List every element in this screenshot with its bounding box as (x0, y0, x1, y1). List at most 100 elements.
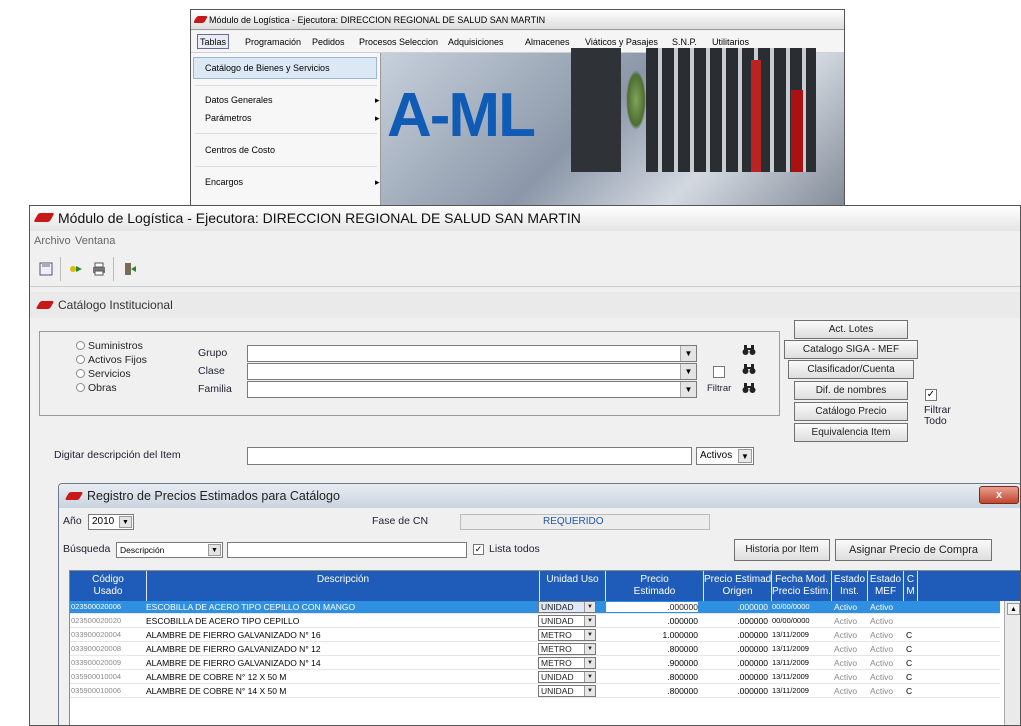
dif-nombres-button[interactable]: Dif. de nombres (794, 381, 908, 400)
menu-ventana[interactable]: Ventana (75, 235, 115, 247)
cell-origen: .000000 (737, 672, 768, 682)
cell-codigo: 033900020008 (71, 644, 122, 653)
unidad-select[interactable]: UNIDAD ▼ (538, 601, 596, 613)
unidad-value: UNIDAD (541, 616, 574, 626)
binoculars-icon[interactable] (742, 363, 756, 378)
chevron-down-icon[interactable]: ▼ (584, 658, 595, 668)
menu-programacion[interactable]: Programación (245, 35, 301, 50)
asignar-precio-button[interactable]: Asignar Precio de Compra (835, 539, 992, 561)
chevron-down-icon[interactable]: ▼ (680, 346, 696, 361)
col-fecha-mod[interactable]: Fecha Mod. Precio Estim. (772, 571, 832, 601)
lista-todos-checkbox[interactable]: ✓ (473, 544, 484, 555)
chevron-down-icon[interactable]: ▼ (584, 672, 595, 682)
busqueda-select[interactable]: Descripción ▼ (116, 542, 223, 558)
unidad-select[interactable]: UNIDAD ▼ (538, 615, 596, 627)
forward-icon[interactable] (67, 259, 87, 279)
close-button[interactable]: x (979, 486, 1019, 504)
col-estado-inst[interactable]: Estado Inst. (832, 571, 868, 601)
exit-icon[interactable] (120, 259, 140, 279)
main-toolbar (30, 251, 1020, 287)
clasificador-cuenta-button[interactable]: Clasificador/Cuenta (788, 360, 914, 379)
cell-fecha: 13/11/2009 (772, 686, 809, 695)
table-row[interactable]: 033900020004 ALAMBRE DE FIERRO GALVANIZAD… (70, 629, 1000, 642)
filtrar-todo-checkbox[interactable]: ✓ (925, 389, 937, 401)
grupo-select[interactable]: ▼ (247, 345, 697, 362)
menu-tablas[interactable]: Tablas (197, 34, 230, 49)
menu-archivo[interactable]: Archivo (34, 235, 71, 247)
save-icon[interactable] (36, 259, 56, 279)
col-descripcion[interactable]: Descripción (147, 571, 540, 601)
col-precio-estimado[interactable]: Precio Estimado (606, 571, 704, 601)
cell-origen: .000000 (737, 602, 768, 612)
chevron-down-icon[interactable]: ▼ (680, 382, 696, 397)
chevron-down-icon[interactable]: ▼ (584, 644, 595, 654)
grid-vertical-scrollbar[interactable]: ▲ (1004, 601, 1020, 725)
menuitem-encargos[interactable]: Encargos ▸ (205, 177, 380, 187)
chevron-down-icon[interactable]: ▼ (584, 630, 595, 640)
descripcion-input[interactable] (247, 447, 692, 465)
table-row[interactable]: 033900020008 ALAMBRE DE FIERRO GALVANIZAD… (70, 643, 1000, 656)
busqueda-input[interactable] (227, 542, 467, 558)
cell-est-inst: Activo (834, 672, 858, 682)
unidad-select[interactable]: UNIDAD ▼ (538, 671, 596, 683)
cell-est-inst: Activo (834, 644, 858, 654)
act-lotes-button[interactable]: Act. Lotes (794, 320, 908, 339)
cell-c: C (906, 644, 913, 654)
filtrar-checkbox[interactable] (713, 366, 725, 378)
menu-almacenes[interactable]: Almacenes (525, 35, 570, 50)
grupo-label: Grupo (198, 347, 228, 359)
col-precio-origen[interactable]: Precio Estimado Origen (704, 571, 772, 601)
menuitem-datos-generales[interactable]: Datos Generales ▸ (205, 95, 380, 105)
binoculars-icon[interactable] (742, 382, 756, 397)
col-unidad-uso[interactable]: Unidad Uso (540, 571, 606, 601)
estado-select[interactable]: Activos ▼ (696, 447, 754, 465)
unidad-select[interactable]: METRO ▼ (538, 643, 596, 655)
chevron-down-icon[interactable]: ▼ (738, 449, 752, 463)
menuitem-catalogo-bienes[interactable]: Catálogo de Bienes y Servicios (205, 63, 330, 73)
radio-circle-icon (76, 341, 85, 350)
chevron-down-icon[interactable]: ▼ (584, 616, 595, 626)
unidad-select[interactable]: METRO ▼ (538, 629, 596, 641)
menuitem-parametros[interactable]: Parámetros ▸ (205, 113, 380, 123)
menu-procesos-seleccion[interactable]: Procesos Seleccion (359, 35, 438, 50)
unidad-select[interactable]: METRO ▼ (538, 657, 596, 669)
table-row[interactable]: 035900010006 ALAMBRE DE COBRE N° 14 X 50 … (70, 685, 1000, 698)
chevron-down-icon[interactable]: ▼ (584, 602, 595, 612)
col-estado-mef[interactable]: Estado MEF (868, 571, 904, 601)
col-c-m[interactable]: C M (904, 571, 918, 601)
grid-header: Código Usado Descripción Unidad Uso Prec… (70, 571, 1020, 601)
binoculars-icon[interactable] (742, 344, 756, 359)
table-row[interactable]: 035900010004 ALAMBRE DE COBRE N° 12 X 50 … (70, 671, 1000, 684)
menu-adquisiciones[interactable]: Adquisiciones (448, 35, 504, 50)
table-row[interactable]: 033900020009 ALAMBRE DE FIERRO GALVANIZAD… (70, 657, 1000, 670)
col-codigo-usado[interactable]: Código Usado (70, 571, 147, 601)
historia-por-item-button[interactable]: Historia por Item (734, 539, 830, 561)
radio-obras[interactable]: Obras (76, 382, 117, 394)
scroll-up-icon[interactable]: ▲ (1007, 603, 1020, 615)
unidad-select[interactable]: UNIDAD ▼ (538, 685, 596, 697)
print-icon[interactable] (89, 259, 109, 279)
table-row[interactable]: 023500020020 ESCOBILLA DE ACERO TIPO CEPI… (70, 615, 1000, 628)
clase-select[interactable]: ▼ (247, 363, 697, 380)
radio-activos-fijos[interactable]: Activos Fijos (76, 354, 147, 366)
chevron-down-icon[interactable]: ▼ (119, 516, 132, 528)
equivalencia-item-button[interactable]: Equivalencia Item (794, 423, 908, 442)
cell-fecha: 13/11/2009 (772, 672, 809, 681)
cell-est-mef: Activo (870, 602, 894, 612)
anio-select[interactable]: 2010 ▼ (88, 514, 134, 530)
menuitem-centros-costo[interactable]: Centros de Costo (205, 145, 275, 155)
menu-separator (195, 133, 377, 134)
radio-suministros[interactable]: Suministros (76, 340, 143, 352)
menu-pedidos[interactable]: Pedidos (312, 35, 345, 50)
chevron-down-icon[interactable]: ▼ (680, 364, 696, 379)
radio-servicios[interactable]: Servicios (76, 368, 131, 380)
table-row[interactable]: 023500020006 ESCOBILLA DE ACERO TIPO CEPI… (70, 601, 1000, 614)
cell-origen: .000000 (737, 616, 768, 626)
chevron-down-icon[interactable]: ▼ (208, 544, 221, 556)
radio-label: Suministros (88, 340, 143, 352)
cell-est-mef: Activo (870, 658, 894, 668)
catalogo-siga-mef-button[interactable]: Catalogo SIGA - MEF (784, 340, 918, 359)
catalogo-precio-button[interactable]: Catálogo Precio (794, 402, 908, 421)
chevron-down-icon[interactable]: ▼ (584, 686, 595, 696)
familia-select[interactable]: ▼ (247, 381, 697, 398)
